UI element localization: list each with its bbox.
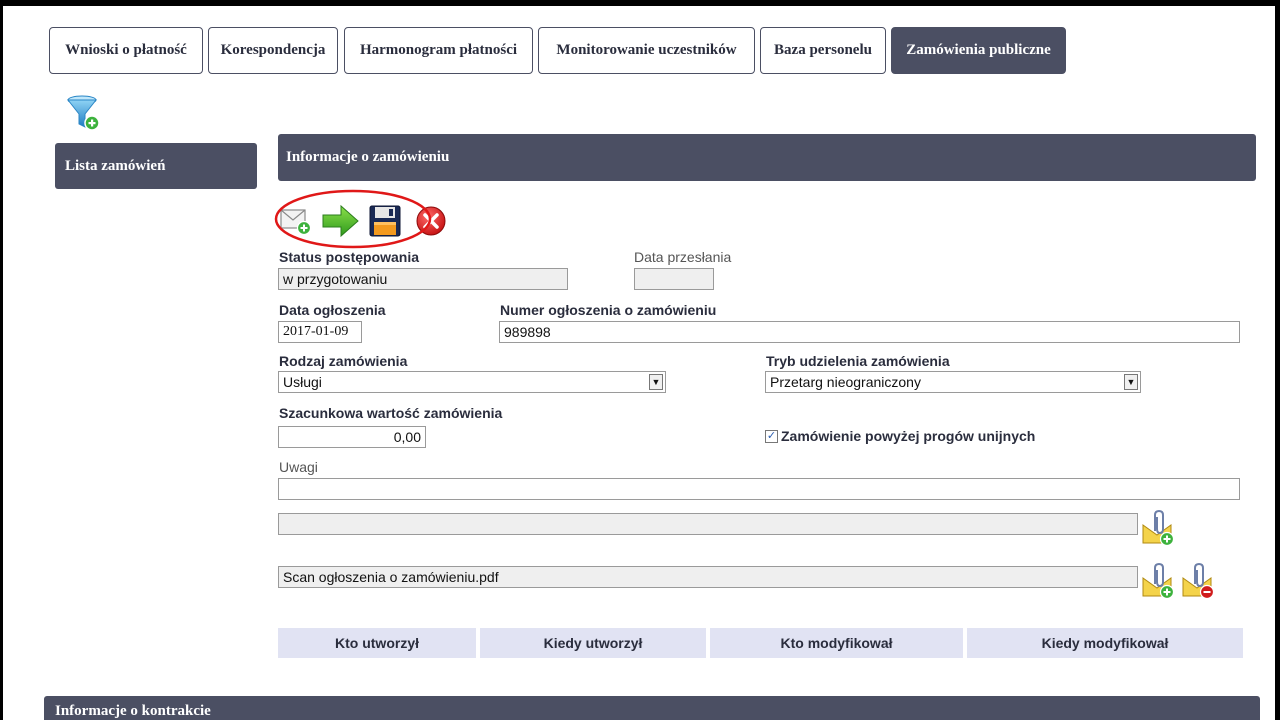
data-przeslania-field [634,268,714,290]
remove-attachment-icon[interactable] [1181,562,1215,600]
progi-unijne-label: Zamówienie powyżej progów unijnych [781,428,1036,444]
kiedy-utworzyl-header: Kiedy utworzył [480,628,706,658]
screen-frame: Wnioski o płatność Korespondencja Harmon… [0,0,1280,720]
add-attachment-icon[interactable] [1141,509,1175,547]
page: Wnioski o płatność Korespondencja Harmon… [3,6,1275,720]
tab-korespondencja[interactable]: Korespondencja [208,27,338,74]
rodzaj-zamowienia-select[interactable]: Usługi ▼ [278,371,666,393]
tab-baza-personelu[interactable]: Baza personelu [760,27,886,74]
tab-zamowienia-publiczne[interactable]: Zamówienia publiczne [891,27,1066,74]
kto-modyfikowal-header: Kto modyfikował [710,628,963,658]
attachment-file-field: Scan ogłoszenia o zamówieniu.pdf [278,566,1138,588]
numer-ogloszenia-field[interactable]: 989898 [499,321,1240,343]
tryb-udzielenia-label: Tryb udzielenia zamówienia [766,353,950,369]
szacunkowa-wartosc-field[interactable]: 0,00 [278,426,426,448]
add-attachment-icon[interactable] [1141,562,1175,600]
attachment-empty-field [278,513,1138,535]
section-header-informacje-o-kontrakcie[interactable]: Informacje o kontrakcie [44,696,1260,720]
chevron-down-icon[interactable]: ▼ [649,374,663,390]
numer-ogloszenia-label: Numer ogłoszenia o zamówieniu [500,302,717,318]
chevron-down-icon[interactable]: ▼ [1124,374,1138,390]
tryb-udzielenia-value: Przetarg nieograniczony [770,374,921,390]
highlight-ring [274,189,432,249]
uwagi-field[interactable] [278,478,1240,500]
rodzaj-zamowienia-value: Usługi [283,374,322,390]
uwagi-label: Uwagi [279,459,318,475]
status-label: Status postępowania [279,249,420,265]
data-przeslania-label: Data przesłania [634,249,732,265]
filter-add-icon[interactable] [65,94,105,134]
kto-utworzyl-header: Kto utworzył [278,628,476,658]
progi-unijne-checkbox[interactable]: ✓ [765,430,778,443]
tab-monitorowanie-uczestnikow[interactable]: Monitorowanie uczestników [538,27,755,74]
szacunkowa-wartosc-label: Szacunkowa wartość zamówienia [279,405,503,421]
data-ogloszenia-label: Data ogłoszenia [279,302,386,318]
lista-zamowien-button[interactable]: Lista zamówień [55,143,257,189]
data-ogloszenia-field[interactable]: 2017-01-09 [278,321,362,343]
tryb-udzielenia-select[interactable]: Przetarg nieograniczony ▼ [765,371,1141,393]
section-header-informacje-o-zamowieniu: Informacje o zamówieniu [278,134,1256,181]
kiedy-modyfikowal-header: Kiedy modyfikował [967,628,1243,658]
status-field: w przygotowaniu [278,268,568,290]
rodzaj-zamowienia-label: Rodzaj zamówienia [279,353,408,369]
tab-harmonogram-platnosci[interactable]: Harmonogram płatności [344,27,533,74]
tab-wnioski-o-platnosc[interactable]: Wnioski o płatność [49,27,203,74]
